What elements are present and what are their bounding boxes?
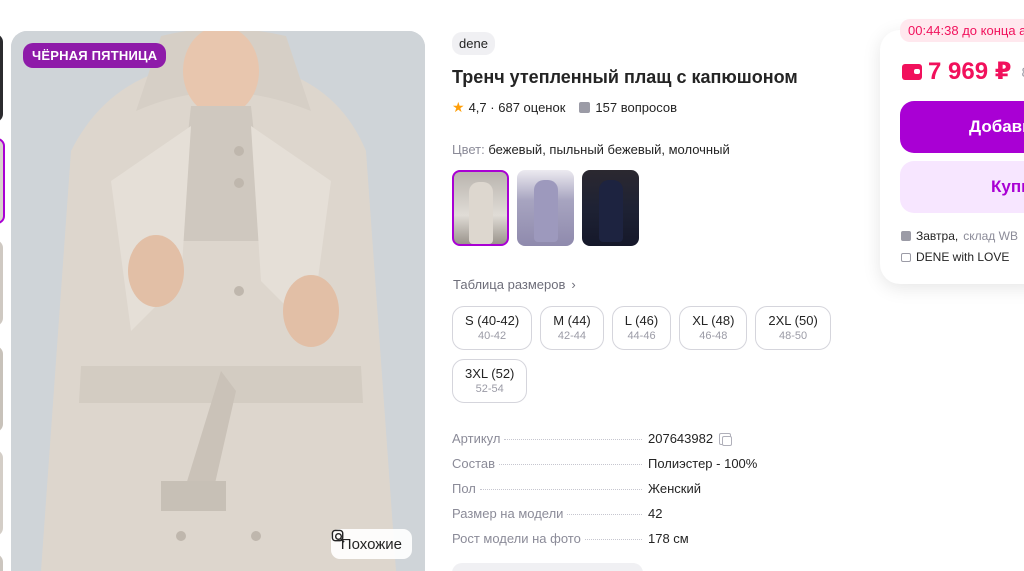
star-icon: ★ xyxy=(452,99,465,115)
thumbnail-3[interactable] xyxy=(0,240,3,326)
thumbnail-2-selected[interactable] xyxy=(0,138,5,224)
size-option[interactable]: XL (48) 46-48 xyxy=(679,306,748,350)
param-row: Состав Полиэстер - 100% xyxy=(452,456,782,481)
size-ru: 48-50 xyxy=(779,330,808,342)
size-main: S (40-42) xyxy=(465,313,520,328)
size-option[interactable]: 3XL (52) 52-54 xyxy=(452,359,528,403)
add-to-cart-button[interactable]: Добавить xyxy=(900,101,1024,153)
price: 7 969 ₽ xyxy=(928,58,1012,85)
dotted-leader xyxy=(567,514,642,515)
size-ru: 46-48 xyxy=(699,330,728,342)
rating-value[interactable]: 4,7 xyxy=(469,100,487,115)
product-params: Артикул 207643982 Состав Полиэстер - 100… xyxy=(452,431,782,556)
size-option[interactable]: M (44) 42-44 xyxy=(540,306,604,350)
price-row: 7 969 ₽ 8 xyxy=(902,57,1024,86)
thumbnail-1[interactable] xyxy=(0,34,3,122)
param-row: Размер на модели 42 xyxy=(452,506,782,531)
size-option[interactable]: S (40-42) 40-42 xyxy=(452,306,533,350)
article-number: 207643982 xyxy=(648,431,714,446)
seller-name: DENE with LOVE xyxy=(916,250,1010,264)
rating-row: ★ 4,7 · 687 оценок 157 вопросов xyxy=(452,99,677,116)
rating-separator: · xyxy=(490,100,495,115)
size-option[interactable]: L (46) 44-46 xyxy=(611,306,672,350)
param-row: Пол Женский xyxy=(452,481,782,506)
dotted-leader xyxy=(499,464,642,465)
size-option[interactable]: 2XL (50) 48-50 xyxy=(755,306,831,350)
swatch-beige[interactable] xyxy=(452,170,509,246)
size-table-link[interactable]: Таблица размеров › xyxy=(453,277,576,292)
swatch-dark-navy[interactable] xyxy=(582,170,639,246)
size-main: M (44) xyxy=(553,313,591,328)
size-table-label: Таблица размеров xyxy=(453,277,566,292)
size-main: XL (48) xyxy=(692,313,735,328)
product-title: Тренч утепленный плащ с капюшоном xyxy=(452,67,798,87)
similar-search-icon xyxy=(331,529,345,543)
param-key-wrap: Рост модели на фото xyxy=(452,531,648,546)
size-main: 2XL (50) xyxy=(768,313,818,328)
param-key-wrap: Состав xyxy=(452,456,648,471)
color-value: бежевый, пыльный бежевый, молочный xyxy=(488,142,730,157)
param-value: 42 xyxy=(648,506,663,521)
wallet-icon xyxy=(902,63,922,80)
swatch-figure xyxy=(598,180,623,242)
swatch-figure xyxy=(468,182,493,244)
product-photo-illustration xyxy=(11,31,425,571)
more-details-button[interactable] xyxy=(452,563,643,571)
similar-button[interactable]: Похожие xyxy=(330,529,412,559)
delivery-info: Завтра, склад WB xyxy=(901,229,1018,243)
delivery-warehouse: склад WB xyxy=(963,229,1018,243)
thumbnail-strip xyxy=(0,28,5,571)
questions-icon xyxy=(579,102,591,113)
brand-chip[interactable]: dene xyxy=(452,32,495,55)
param-value: Женский xyxy=(648,481,701,496)
param-value: 178 см xyxy=(648,531,689,546)
shop-icon xyxy=(901,252,911,262)
param-key: Состав xyxy=(452,456,500,471)
dotted-leader xyxy=(504,439,642,440)
param-key: Пол xyxy=(452,481,480,496)
param-value: Полиэстер - 100% xyxy=(648,456,758,471)
param-key-wrap: Артикул xyxy=(452,431,648,446)
questions-count[interactable]: 157 вопросов xyxy=(595,100,677,115)
size-main: L (46) xyxy=(624,313,659,328)
reviews-count[interactable]: 687 оценок xyxy=(498,100,565,115)
buy-now-button[interactable]: Купить xyxy=(900,161,1024,213)
size-ru: 52-54 xyxy=(475,383,504,395)
param-row: Рост модели на фото 178 см xyxy=(452,531,782,556)
box-icon xyxy=(901,231,911,241)
similar-button-label: Похожие xyxy=(340,535,402,553)
color-line: Цвет: бежевый, пыльный бежевый, молочный xyxy=(452,142,730,157)
copy-icon[interactable] xyxy=(719,432,733,446)
chevron-right-icon: › xyxy=(571,277,576,292)
param-key: Размер на модели xyxy=(452,506,568,521)
param-value-wrap: 207643982 xyxy=(648,431,733,446)
param-key-wrap: Размер на модели xyxy=(452,506,648,521)
swatch-dusty-lilac[interactable] xyxy=(517,170,574,246)
black-friday-badge: ЧЁРНАЯ ПЯТНИЦА xyxy=(23,43,167,68)
thumbnail-6[interactable] xyxy=(0,554,3,571)
product-photo[interactable]: ЧЁРНАЯ ПЯТНИЦА Похожие xyxy=(11,31,425,571)
size-main: 3XL (52) xyxy=(465,366,515,381)
size-options: S (40-42) 40-42 M (44) 42-44 L (46) 44-46 X… xyxy=(452,306,852,403)
param-key: Рост модели на фото xyxy=(452,531,585,546)
color-label: Цвет: xyxy=(452,142,485,157)
seller-info[interactable]: DENE with LOVE xyxy=(901,250,1009,264)
dotted-leader xyxy=(479,489,642,490)
param-key-wrap: Пол xyxy=(452,481,648,496)
thumbnail-5[interactable] xyxy=(0,450,3,536)
param-key: Артикул xyxy=(452,431,505,446)
size-ru: 40-42 xyxy=(478,330,507,342)
sale-timer: 00:44:38 до конца а xyxy=(900,19,1024,42)
thumbnail-4[interactable] xyxy=(0,346,3,432)
param-row: Артикул 207643982 xyxy=(452,431,782,456)
swatch-figure xyxy=(533,180,558,242)
delivery-date: Завтра, xyxy=(916,229,959,243)
size-ru: 44-46 xyxy=(627,330,656,342)
color-swatches xyxy=(452,170,639,246)
dotted-leader xyxy=(584,539,642,540)
size-ru: 42-44 xyxy=(557,330,587,342)
